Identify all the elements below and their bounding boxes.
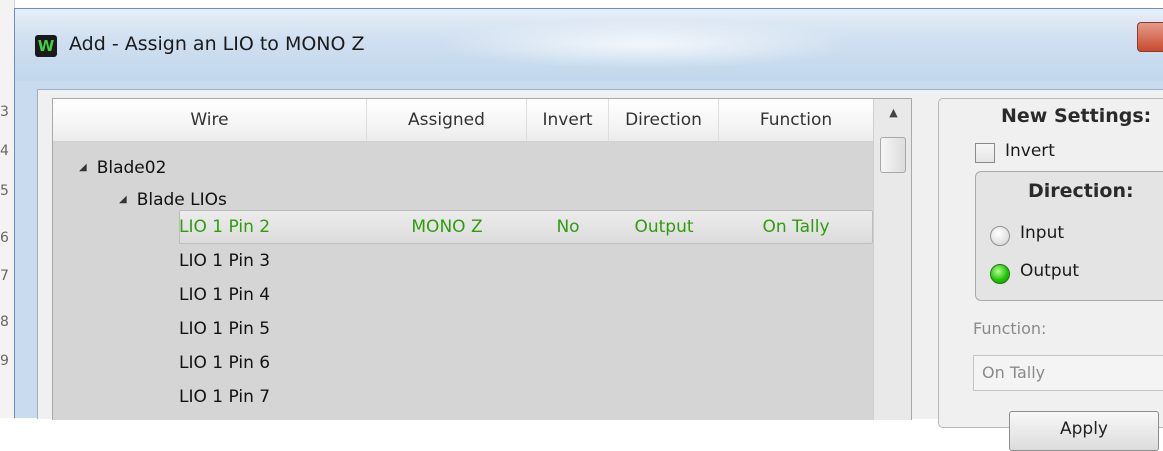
cell-assigned: MONO Z — [411, 217, 483, 237]
table-row[interactable]: LIO 1 Pin 2 MONO Z No Output On Tally — [53, 210, 873, 244]
column-header-function[interactable]: Function — [719, 99, 873, 141]
input-radio[interactable] — [990, 226, 1010, 246]
vertical-scrollbar[interactable]: ▲ — [873, 99, 911, 420]
cell-wire: LIO 1 Pin 5 — [179, 319, 271, 339]
close-button[interactable] — [1137, 22, 1163, 52]
scrollbar-thumb[interactable] — [880, 137, 906, 173]
invert-checkbox[interactable] — [975, 143, 995, 163]
background-number: 4 — [0, 143, 9, 159]
direction-title: Direction: — [1028, 180, 1134, 202]
column-header-direction[interactable]: Direction — [609, 99, 719, 141]
cell-wire: LIO 1 Pin 7 — [179, 387, 271, 407]
invert-checkbox-label[interactable]: Invert — [1005, 141, 1055, 161]
function-dropdown-value: On Tally — [982, 363, 1046, 382]
tree-node-label: Blade LIOs — [136, 190, 227, 210]
background-number: 3 — [0, 104, 9, 120]
window-title: Add - Assign an LIO to MONO Z — [69, 33, 365, 55]
output-radio-label[interactable]: Output — [1020, 261, 1079, 281]
tree-node-label: Blade02 — [96, 158, 167, 178]
new-settings-title: New Settings: — [1001, 105, 1152, 127]
title-bar-glow — [435, 19, 855, 69]
cell-wire: LIO 1 Pin 2 — [179, 217, 271, 237]
table-row[interactable]: LIO 1 Pin 3 — [53, 244, 873, 278]
expand-arrow-icon[interactable]: ◢ — [79, 151, 87, 185]
column-header-assigned[interactable]: Assigned — [367, 99, 527, 141]
dialog-client-area: Wire Assigned Invert Direction Function … — [37, 89, 1163, 451]
table-row[interactable]: LIO 1 Pin 4 — [53, 278, 873, 312]
function-label: Function: — [973, 319, 1047, 338]
cell-wire: LIO 1 Pin 3 — [179, 251, 271, 271]
cell-wire: LIO 1 Pin 6 — [179, 353, 271, 373]
column-header-row: Wire Assigned Invert Direction Function — [53, 99, 873, 142]
background-window-edge: 3 4 5 6 7 8 9 — [0, 0, 15, 418]
new-settings-panel: New Settings: Invert Direction: Input Ou… — [938, 98, 1163, 451]
background-number: 9 — [0, 353, 9, 369]
direction-group: Direction: Input Output — [975, 171, 1163, 301]
app-logo-icon: W — [35, 35, 57, 57]
assign-lio-dialog: W Add - Assign an LIO to MONO Z Wire Ass… — [14, 8, 1163, 451]
output-radio[interactable] — [990, 264, 1010, 284]
scroll-up-arrow-icon[interactable]: ▲ — [874, 99, 911, 127]
table-row[interactable]: LIO 1 Pin 5 — [53, 312, 873, 346]
lio-tree-list[interactable]: Wire Assigned Invert Direction Function … — [52, 98, 912, 420]
input-radio-label[interactable]: Input — [1020, 223, 1064, 243]
background-number: 8 — [0, 314, 9, 330]
background-number: 7 — [0, 268, 9, 284]
cell-function: On Tally — [762, 217, 830, 237]
function-dropdown[interactable]: On Tally ▼ — [973, 355, 1163, 391]
background-number: 6 — [0, 230, 9, 246]
table-row[interactable]: LIO 1 Pin 6 — [53, 346, 873, 380]
title-bar[interactable]: W Add - Assign an LIO to MONO Z — [15, 9, 1163, 81]
tree-node-root[interactable]: ◢ Blade02 — [79, 151, 166, 185]
table-row[interactable]: LIO 1 Pin 7 — [53, 380, 873, 414]
apply-button[interactable]: Apply — [1009, 411, 1159, 451]
column-header-wire[interactable]: Wire — [53, 99, 367, 141]
cell-direction: Output — [634, 217, 694, 237]
column-header-invert[interactable]: Invert — [527, 99, 609, 141]
background-number: 5 — [0, 183, 9, 199]
cell-invert: No — [556, 217, 580, 237]
cell-wire: LIO 1 Pin 4 — [179, 285, 271, 305]
